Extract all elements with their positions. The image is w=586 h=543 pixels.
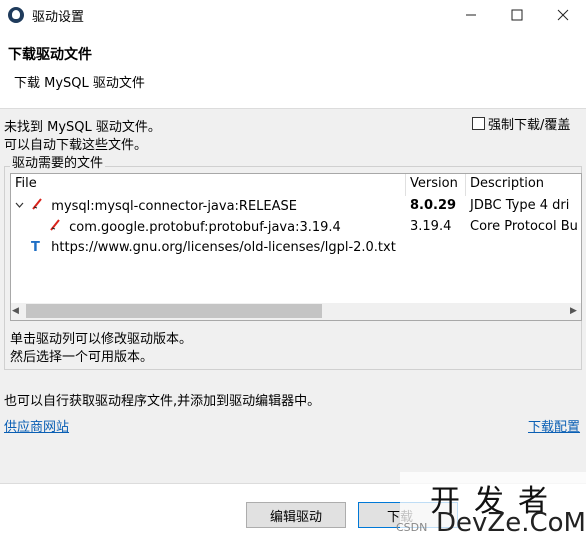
row-version[interactable]: 3.19.4 bbox=[410, 219, 451, 234]
close-icon bbox=[557, 9, 569, 21]
note-line-1: 单击驱动列可以修改驱动版本。 bbox=[10, 332, 193, 347]
column-file[interactable]: File bbox=[15, 176, 37, 191]
table-row[interactable]: com.google.protobuf:protobuf-java:3.19.4 bbox=[49, 219, 341, 235]
close-button[interactable] bbox=[540, 0, 586, 30]
scroll-right-icon[interactable]: ▶ bbox=[570, 306, 577, 316]
manual-text: 也可以自行获取驱动程序文件,并添加到驱动编辑器中。 bbox=[4, 394, 321, 409]
maximize-icon bbox=[511, 9, 523, 21]
scroll-thumb[interactable] bbox=[26, 304, 322, 318]
message-line-2: 可以自动下载这些文件。 bbox=[4, 138, 148, 153]
force-download-label: 强制下载/覆盖 bbox=[488, 118, 571, 133]
watermark-bottom: DevZe.CoM bbox=[436, 508, 586, 538]
column-description[interactable]: Description bbox=[470, 176, 544, 191]
minimize-icon bbox=[466, 14, 476, 16]
group-label: 驱动需要的文件 bbox=[10, 152, 106, 171]
row-description: JDBC Type 4 dri bbox=[470, 198, 570, 213]
row-version[interactable]: 8.0.29 bbox=[410, 198, 456, 213]
window-title: 驱动设置 bbox=[32, 10, 85, 25]
app-icon bbox=[8, 7, 24, 23]
vendor-site-link[interactable]: 供应商网站 bbox=[4, 416, 69, 435]
maximize-button[interactable] bbox=[494, 0, 540, 30]
checkbox-box[interactable] bbox=[472, 117, 485, 130]
jar-icon bbox=[49, 219, 65, 235]
header-subtitle: 下载 MySQL 驱动文件 bbox=[14, 76, 145, 91]
download-config-link[interactable]: 下载配置 bbox=[528, 416, 580, 435]
table-row[interactable]: T https://www.gnu.org/licenses/old-licen… bbox=[31, 240, 396, 255]
row-file: mysql:mysql-connector-java:RELEASE bbox=[51, 199, 297, 214]
row-file: https://www.gnu.org/licenses/old-license… bbox=[51, 240, 396, 255]
force-download-checkbox[interactable]: 强制下载/覆盖 bbox=[472, 114, 570, 133]
chevron-down-icon[interactable] bbox=[15, 199, 27, 214]
row-file: com.google.protobuf:protobuf-java:3.19.4 bbox=[69, 220, 341, 235]
scroll-left-icon[interactable]: ◀ bbox=[12, 306, 19, 316]
row-description: Core Protocol Bu bbox=[470, 219, 578, 234]
column-version[interactable]: Version bbox=[410, 176, 458, 191]
jar-icon bbox=[31, 198, 47, 214]
table-row[interactable]: mysql:mysql-connector-java:RELEASE bbox=[15, 198, 297, 214]
header-title: 下载驱动文件 bbox=[8, 47, 92, 63]
note-line-2: 然后选择一个可用版本。 bbox=[10, 350, 154, 365]
message-line-1: 未找到 MySQL 驱动文件。 bbox=[4, 120, 161, 135]
wizard-header bbox=[0, 30, 586, 109]
text-icon: T bbox=[31, 240, 40, 255]
watermark-small: CSDN bbox=[396, 521, 428, 534]
minimize-button[interactable] bbox=[448, 0, 494, 30]
files-tree[interactable]: File Version Description mysql:mysql-con… bbox=[10, 173, 582, 321]
edit-driver-button[interactable]: 编辑驱动 bbox=[246, 502, 346, 528]
